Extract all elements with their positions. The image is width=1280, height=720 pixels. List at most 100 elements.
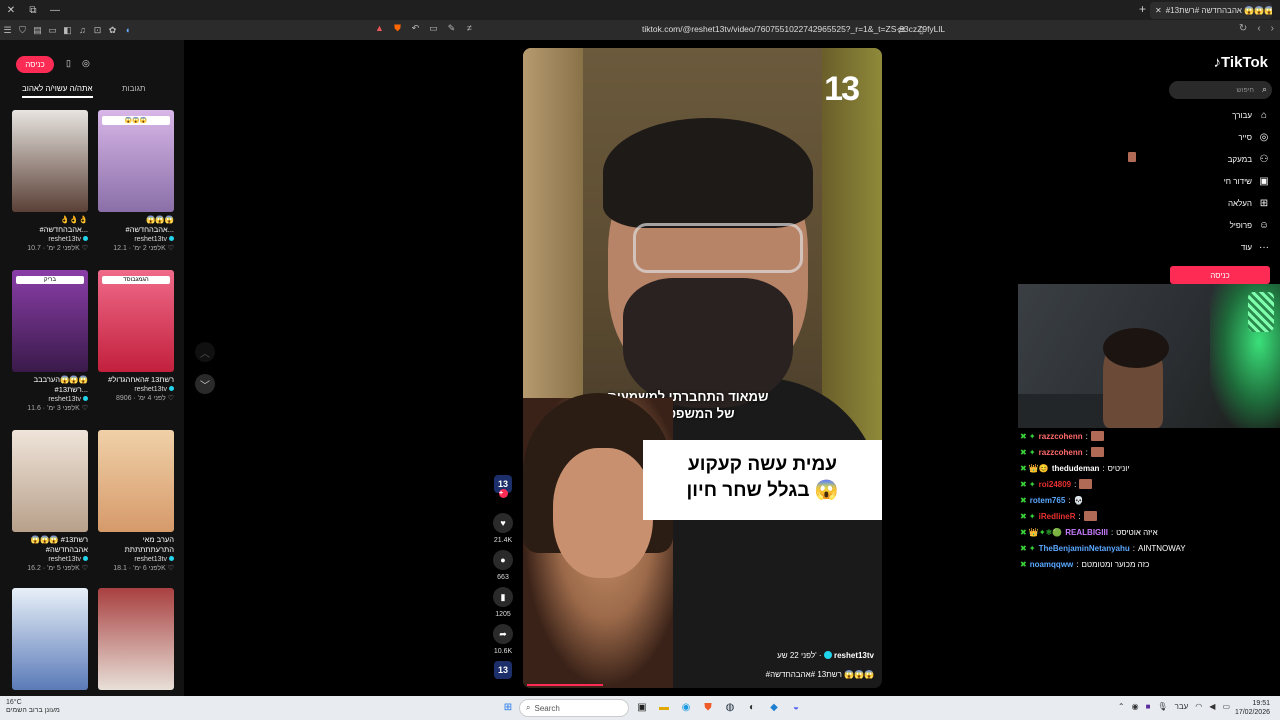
save-button[interactable]: ▮ 1205	[492, 587, 514, 618]
task-view-icon[interactable]: ▣	[634, 699, 650, 715]
video-card[interactable]: הערב מאי התרעתתתתתת reshet13tv לפני 6 ימ' ·…	[98, 430, 174, 573]
steam-icon[interactable]: ◍	[722, 699, 738, 715]
pen-icon[interactable]: ✎	[444, 23, 459, 34]
discord-icon[interactable]: ◒	[788, 699, 804, 715]
forward-arrow-icon[interactable]: ›	[1271, 23, 1274, 34]
file-explorer-icon[interactable]: ▬	[656, 699, 672, 715]
video-card[interactable]	[12, 588, 88, 690]
brave-shield-icon[interactable]: ⛊	[390, 23, 405, 34]
bookmark-list-icon[interactable]: ▤	[30, 20, 45, 40]
card-author[interactable]: reshet13tv	[12, 555, 88, 564]
brave-icon[interactable]: ⛊	[700, 699, 716, 715]
wifi-icon[interactable]: ◠	[1195, 702, 1202, 711]
video-card[interactable]: 😱😱😱 #רשת13 #אהבהחדשה reshet13tv לפני 5 ימ' …	[12, 430, 88, 573]
channel-avatar[interactable]: 13 +	[494, 475, 512, 498]
next-video-button[interactable]: ﹀	[195, 374, 215, 394]
chat-username[interactable]: razzcohenn	[1039, 448, 1083, 457]
nav-item-upload[interactable]: העלאה ⊞	[1228, 198, 1270, 209]
clock[interactable]: 19:51 17/02/2026	[1235, 699, 1270, 717]
back-icon[interactable]: ↶	[408, 23, 423, 34]
volume-icon[interactable]: ◀	[1209, 702, 1215, 711]
tab-comments[interactable]: תגובות	[122, 84, 145, 93]
screenshot-icon[interactable]: ⊡	[90, 20, 105, 40]
video-thumbnail[interactable]	[12, 588, 88, 690]
video-card[interactable]: 👌👌👌 #אהבהחדשה... reshet13tv לפני 2 ימ' · 10…	[12, 110, 88, 253]
edge-icon[interactable]: ◉	[678, 699, 694, 715]
browser-tab[interactable]: ✕ #אהבהחדשה #רשת13 😱😱😱	[1150, 2, 1272, 19]
chat-username[interactable]: razzcohenn	[1039, 432, 1083, 441]
video-thumbnail[interactable]	[12, 110, 88, 212]
close-tab-icon[interactable]: ✕	[1155, 6, 1162, 15]
warning-icon[interactable]: ▲	[372, 23, 387, 34]
chat-username[interactable]: thedudeman	[1052, 464, 1100, 473]
nav-item-live[interactable]: שידור חי ▣	[1224, 176, 1270, 187]
video-thumbnail[interactable]	[98, 588, 174, 690]
previous-video-button[interactable]: ︿	[195, 342, 215, 362]
video-author[interactable]: לפני 22 שע' · reshet13tv	[777, 651, 874, 660]
wallet-icon[interactable]: ▭	[45, 20, 60, 40]
translate-icon[interactable]: ⇄	[894, 20, 909, 40]
nav-item-compass[interactable]: סייר ◎	[1238, 132, 1270, 143]
chat-username[interactable]: roi24809	[1039, 480, 1071, 489]
card-author[interactable]: reshet13tv	[98, 555, 174, 564]
video-thumbnail[interactable]: בריק	[12, 270, 88, 372]
video-thumbnail[interactable]	[98, 430, 174, 532]
screen-icon[interactable]: ▭	[426, 23, 441, 34]
nav-item-more[interactable]: עוד ···	[1241, 242, 1270, 253]
video-thumbnail[interactable]	[12, 430, 88, 532]
restore-window-icon[interactable]: ⧉	[22, 0, 44, 20]
compass-small-icon[interactable]: ◎	[82, 58, 90, 69]
obs-icon[interactable]: ◐	[744, 699, 760, 715]
vscode-icon[interactable]: ◆	[766, 699, 782, 715]
phone-icon[interactable]: ▯	[66, 58, 71, 69]
mic-icon[interactable]: 🎙	[1157, 702, 1167, 711]
login-button[interactable]: כניסה	[1170, 266, 1270, 284]
comment-button[interactable]: ● 663	[492, 550, 514, 581]
weather-widget[interactable]: 16°C מעונן ברוב השמים	[6, 699, 60, 715]
tray-app-icon[interactable]: ◉	[1132, 702, 1139, 711]
speed-icon[interactable]: ≠	[462, 23, 477, 34]
search-icon[interactable]: ⌕	[1262, 84, 1267, 95]
video-card[interactable]: 😱😱😱 😱😱😱 #אהבהחדשה... reshet13tv לפני 2 ימ' ·…	[98, 110, 174, 253]
nav-item-profile[interactable]: פרופיל ☺	[1230, 220, 1270, 231]
video-thumbnail[interactable]: הגמגבוסד	[98, 270, 174, 372]
follow-plus-icon[interactable]: +	[499, 489, 508, 498]
chat-username[interactable]: TheBenjaminNetanyahu	[1039, 544, 1130, 553]
minimize-window-icon[interactable]: —	[44, 0, 66, 20]
extension-icon[interactable]: ✿	[105, 20, 120, 40]
tray-chevron-icon[interactable]: ⌃	[1118, 702, 1125, 711]
author-name[interactable]: reshet13tv	[834, 651, 874, 660]
music-icon[interactable]: ♫	[75, 20, 90, 40]
share-button[interactable]: ➦ 10.6K	[492, 624, 514, 655]
tray-app2-icon[interactable]: ■	[1146, 702, 1151, 711]
video-player[interactable]: 13 שמאוד התחברתי למשמעות של המשפט הזה עמ…	[523, 48, 882, 688]
sound-icon[interactable]: ◖	[120, 20, 135, 40]
chat-username[interactable]: iRedlineR	[1039, 512, 1076, 521]
nav-item-following[interactable]: במעקב ⚇	[1228, 154, 1270, 165]
close-window-icon[interactable]: ✕	[0, 0, 22, 20]
menu-icon[interactable]: ☰	[0, 20, 15, 40]
card-author[interactable]: reshet13tv	[98, 235, 174, 244]
tiktok-logo[interactable]: ♪TikTok	[1214, 54, 1268, 71]
card-author[interactable]: reshet13tv	[98, 385, 174, 394]
chat-username[interactable]: REALBIGIII	[1065, 528, 1108, 537]
nav-item-home[interactable]: עבורך ⌂	[1232, 110, 1270, 121]
video-card[interactable]: הגמגבוסד #רשת13 #האחהגדול reshet13tv לפני 4…	[98, 270, 174, 403]
like-button[interactable]: ♥ 21.4K	[492, 513, 514, 544]
login-pill-button[interactable]: כניסה	[16, 56, 54, 73]
lang-indicator[interactable]: עבר	[1175, 702, 1189, 711]
taskbar-search[interactable]: ⌕ Search	[519, 699, 629, 717]
windows-start-icon[interactable]: ⊞	[500, 699, 516, 715]
battery-icon[interactable]: ▭	[1222, 702, 1230, 711]
video-thumbnail[interactable]: 😱😱😱	[98, 110, 174, 212]
card-author[interactable]: reshet13tv	[12, 235, 88, 244]
tab-you-may-like[interactable]: אתה/ה עשוי/ה לאהוב	[22, 84, 93, 98]
chat-username[interactable]: rotem765	[1030, 496, 1066, 505]
reload-icon[interactable]: ↻	[1239, 23, 1247, 34]
shield-icon[interactable]: ⛉	[15, 20, 30, 40]
new-tab-icon[interactable]: +	[1139, 2, 1146, 16]
video-card[interactable]	[98, 588, 174, 690]
video-card[interactable]: בריק הערבבב😱😱😱 #רשת13... reshet13tv לפני 3 י…	[12, 270, 88, 413]
sound-avatar[interactable]: 13	[494, 661, 512, 679]
back-arrow-icon[interactable]: ‹	[1257, 23, 1260, 34]
